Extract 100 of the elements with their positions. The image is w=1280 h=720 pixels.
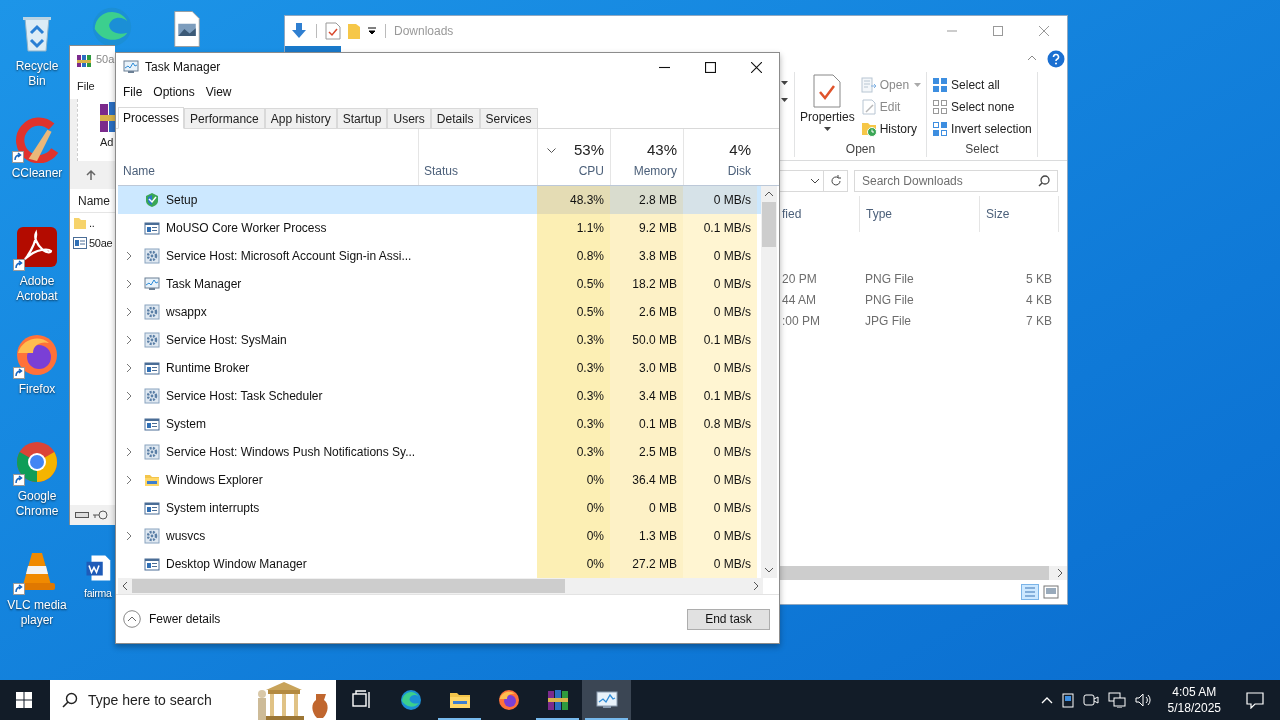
column-header[interactable]: fied — [782, 205, 859, 223]
desktop-icon-label[interactable]: VLC media player — [6, 598, 68, 628]
ribbon-command[interactable]: Invert selection — [930, 118, 1034, 140]
dropdown-caret-icon[interactable] — [781, 81, 788, 85]
process-row[interactable]: Service Host: Microsoft Account Sign-in Assi... 0.8% 3.8 MB 0 MB/s — [118, 242, 761, 270]
cpu-cell: 0.3% — [537, 326, 610, 354]
properties-button[interactable]: Properties — [798, 74, 857, 140]
menu-item[interactable]: File — [123, 83, 143, 101]
tab[interactable]: App history — [264, 108, 337, 128]
process-row[interactable]: Service Host: SysMain 0.3% 50.0 MB 0.1 MB/s — [118, 326, 761, 354]
cpu-cell: 0.3% — [537, 354, 610, 382]
column-header[interactable]: Name — [78, 191, 110, 210]
refresh-button[interactable] — [824, 170, 848, 192]
process-row[interactable]: wusvcs 0% 1.3 MB 0 MB/s — [118, 522, 761, 550]
disk-cell: 0 MB/s — [683, 270, 757, 298]
tab[interactable]: Services — [479, 108, 538, 128]
tab[interactable]: Details — [430, 108, 480, 128]
modified-cell-text: 44 AM — [781, 291, 818, 309]
menu-item[interactable]: Options — [153, 83, 195, 101]
notification-icon[interactable] — [1246, 691, 1264, 709]
window-title: Downloads — [394, 23, 454, 40]
memory-cell: 18.2 MB — [610, 270, 683, 298]
process-row[interactable]: System interrupts 0% 0 MB 0 MB/s — [118, 494, 761, 522]
ribbon-command[interactable]: Select none — [930, 96, 1034, 118]
process-name: System — [166, 416, 206, 433]
properties-icon[interactable] — [325, 22, 341, 40]
column-header[interactable]: Status — [424, 162, 459, 180]
clock-date[interactable]: 5/18/2025 — [1167, 700, 1221, 716]
edit-icon — [860, 99, 877, 115]
desktop-icon-label[interactable]: fairma — [84, 586, 112, 601]
tab[interactable]: Processes — [118, 107, 185, 129]
process-row[interactable]: Service Host: Windows Push Notifications Sy... 0.3% 2.5 MB 0 MB/s — [118, 438, 761, 466]
clock-time[interactable]: 4:05 AM — [1172, 684, 1217, 700]
expand-chevron-icon[interactable] — [124, 475, 134, 485]
end-task-button[interactable]: End task — [687, 608, 770, 630]
camera-icon[interactable] — [1082, 692, 1099, 708]
column-header[interactable]: CPU — [578, 162, 604, 180]
up-arrow-icon[interactable] — [85, 169, 97, 181]
process-row[interactable]: wsappx 0.5% 2.6 MB 0 MB/s — [118, 298, 761, 326]
download-arrow-icon[interactable] — [290, 22, 308, 40]
taskbar-button[interactable] — [582, 680, 631, 720]
modified-cell-text: 20 PM — [781, 270, 818, 288]
ribbon-command[interactable]: Select all — [930, 74, 1034, 96]
expand-chevron-icon[interactable] — [124, 531, 134, 541]
chevron-up-icon[interactable] — [1040, 696, 1053, 704]
process-row[interactable]: Setup 48.3% 2.8 MB 0 MB/s — [118, 186, 761, 214]
gear-icon — [144, 248, 160, 264]
cpu-cell: 48.3% — [537, 186, 610, 214]
column-header[interactable]: Disk — [727, 162, 751, 180]
desktop-icon-label[interactable]: Adobe Acrobat — [6, 274, 68, 304]
tab[interactable]: Startup — [336, 108, 388, 128]
tab[interactable]: Users — [387, 108, 431, 128]
expand-chevron-icon[interactable] — [124, 279, 134, 289]
cpu-cell: 0.5% — [537, 298, 610, 326]
process-name: Windows Explorer — [166, 472, 263, 489]
sort-caret-icon[interactable] — [547, 148, 556, 153]
process-row[interactable]: Desktop Window Manager 0% 27.2 MB 0 MB/s — [118, 550, 761, 578]
search-field[interactable]: Search Downloads — [854, 170, 1058, 192]
thumbnail-view-icon[interactable] — [1043, 585, 1059, 599]
process-row[interactable]: MoUSO Core Worker Process 1.1% 9.2 MB 0.1 MB/s — [118, 214, 761, 242]
desktop-icon-label[interactable]: Google Chrome — [6, 489, 68, 519]
collapse-ribbon-icon[interactable] — [1027, 54, 1037, 62]
column-total: 53% — [573, 140, 604, 160]
menu-item[interactable]: View — [205, 83, 232, 101]
column-header[interactable]: Memory — [633, 162, 677, 180]
help-icon[interactable] — [1047, 50, 1065, 68]
file-name[interactable]: .. — [89, 214, 95, 232]
column-header[interactable]: Type — [866, 205, 979, 223]
process-row[interactable]: Runtime Broker 0.3% 3.0 MB 0 MB/s — [118, 354, 761, 382]
cpu-cell: 0% — [537, 466, 610, 494]
fewer-details-button[interactable]: Fewer details — [123, 610, 221, 628]
expand-chevron-icon[interactable] — [124, 335, 134, 345]
battery-icon[interactable] — [1061, 692, 1074, 708]
process-row[interactable]: Service Host: Task Scheduler 0.3% 3.4 MB 0.1 MB/s — [118, 382, 761, 410]
disk-cell: 0 MB/s — [683, 354, 757, 382]
tab[interactable]: Performance — [184, 108, 265, 128]
scrollbar-thumb[interactable] — [132, 579, 565, 593]
desktop-icon-label[interactable]: Firefox — [18, 382, 56, 397]
network-icon[interactable] — [1107, 692, 1126, 708]
scrollbar-thumb[interactable] — [762, 202, 776, 247]
process-row[interactable]: Windows Explorer 0% 36.4 MB 0 MB/s — [118, 466, 761, 494]
process-name: wusvcs — [166, 528, 206, 545]
column-header[interactable]: Size — [986, 205, 1058, 223]
dropdown-caret-icon — [810, 178, 820, 184]
expand-chevron-icon[interactable] — [124, 251, 134, 261]
expand-chevron-icon[interactable] — [124, 447, 134, 457]
select-none-icon — [932, 99, 949, 115]
file-name[interactable]: 50ae — [89, 234, 113, 252]
expand-chevron-icon[interactable] — [124, 363, 134, 373]
ribbon-command[interactable]: History — [858, 118, 924, 140]
expand-chevron-icon[interactable] — [124, 391, 134, 401]
window-icon — [144, 220, 160, 236]
caret-icon[interactable] — [367, 26, 377, 36]
scrollbar-thumb[interactable] — [778, 566, 1049, 580]
process-row[interactable]: Task Manager 0.5% 18.2 MB 0 MB/s — [118, 270, 761, 298]
column-header[interactable]: Name — [123, 162, 155, 180]
dropdown-caret-icon[interactable] — [781, 98, 788, 102]
process-row[interactable]: System 0.3% 0.1 MB 0.8 MB/s — [118, 410, 761, 438]
expand-chevron-icon[interactable] — [124, 307, 134, 317]
volume-icon[interactable] — [1134, 692, 1153, 708]
